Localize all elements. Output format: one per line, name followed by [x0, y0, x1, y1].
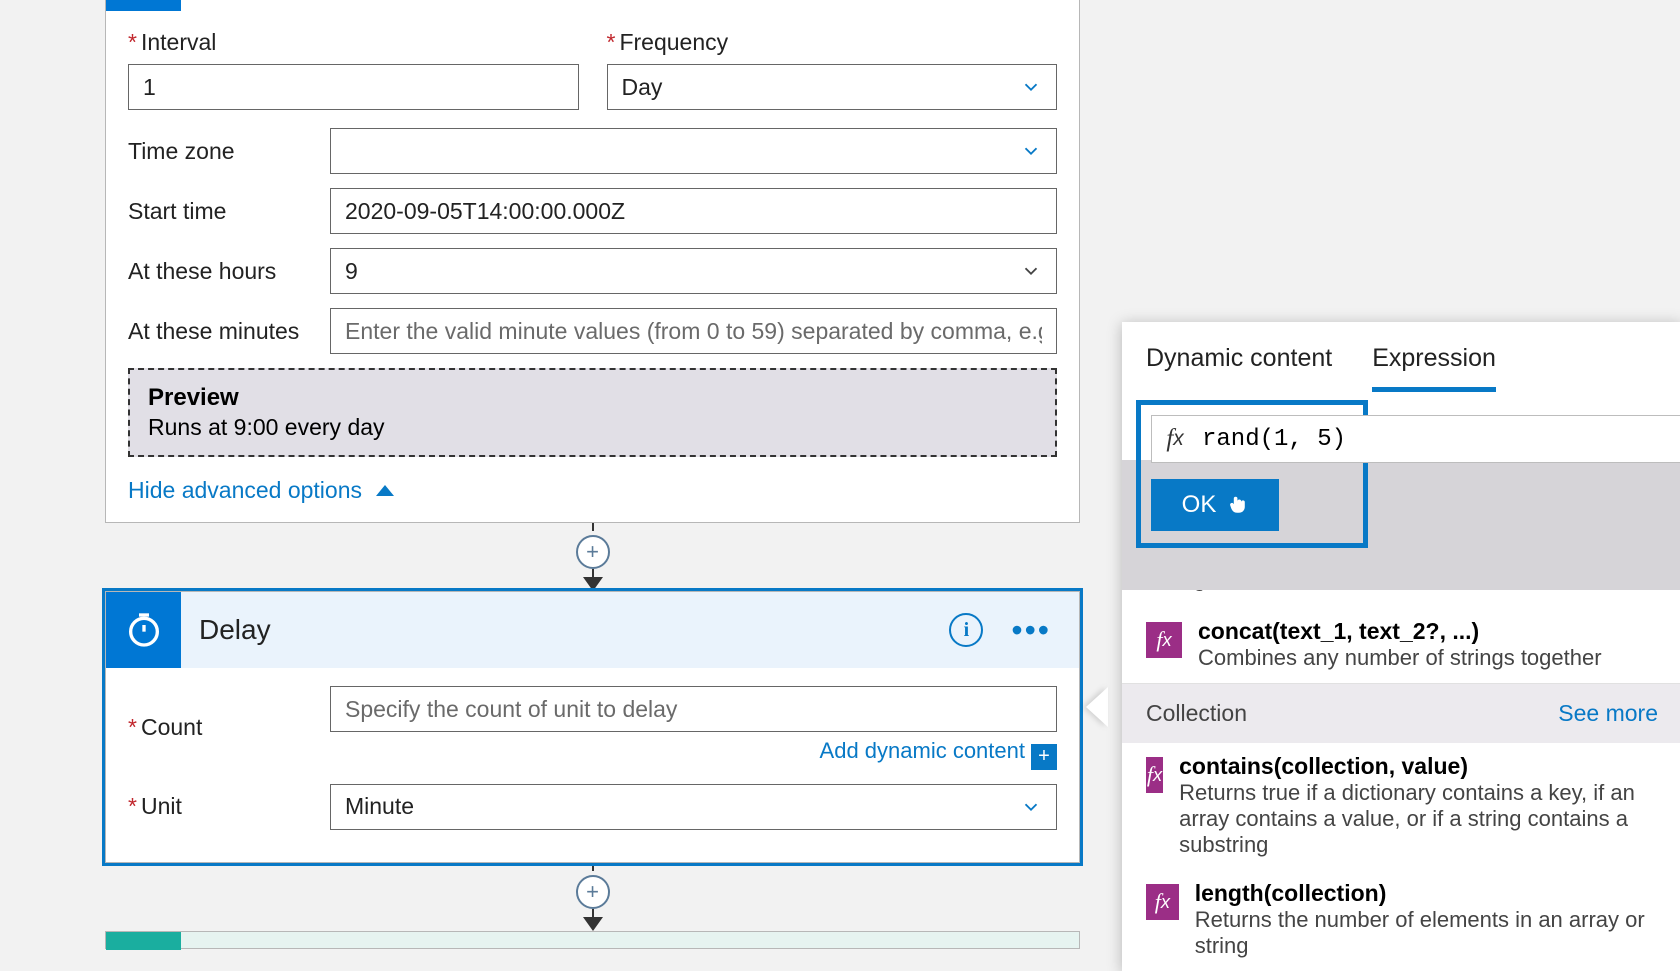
next-card-peek: [105, 931, 1080, 949]
preview-box: Preview Runs at 9:00 every day: [128, 368, 1057, 457]
expression-highlight: fx OK: [1136, 400, 1368, 548]
interval-label: *Interval: [128, 29, 579, 56]
func-concat[interactable]: fx concat(text_1, text_2?, ...) Combines…: [1122, 608, 1680, 683]
frequency-label: *Frequency: [607, 29, 1058, 56]
func-length[interactable]: fx length(collection) Returns the number…: [1122, 870, 1680, 971]
tab-dynamic-content[interactable]: Dynamic content: [1146, 344, 1332, 392]
hours-label: At these hours: [128, 258, 330, 285]
info-icon[interactable]: i: [949, 613, 983, 647]
preview-text: Runs at 9:00 every day: [148, 414, 1037, 441]
section-collection: Collection See more: [1122, 683, 1680, 743]
fx-badge-icon: fx: [1146, 884, 1179, 920]
expression-popup: Dynamic content Expression fx OK String …: [1122, 322, 1680, 971]
add-dynamic-content-link[interactable]: Add dynamic content+: [330, 738, 1057, 770]
func-contains[interactable]: fx contains(collection, value) Returns t…: [1122, 743, 1680, 870]
fx-badge-icon: fx: [1146, 757, 1163, 793]
delay-more-menu[interactable]: •••: [1011, 625, 1051, 635]
delay-title: Delay: [181, 614, 949, 646]
count-label: *Count: [128, 714, 330, 741]
add-step-button-2[interactable]: +: [576, 875, 610, 909]
chevron-up-icon: [376, 485, 394, 496]
minutes-input[interactable]: [330, 308, 1057, 354]
ok-button[interactable]: OK: [1151, 479, 1279, 531]
minutes-label: At these minutes: [128, 318, 330, 345]
connector-2: +: [105, 863, 1080, 931]
timezone-label: Time zone: [128, 138, 330, 165]
delay-card: Delay i ••• *Count Add dynamic content+ …: [105, 591, 1080, 863]
recurrence-icon: [106, 0, 181, 11]
unit-label: *Unit: [128, 793, 330, 820]
fx-badge-icon: fx: [1146, 622, 1182, 658]
connector: +: [105, 523, 1080, 591]
preview-title: Preview: [148, 384, 1037, 412]
starttime-label: Start time: [128, 198, 330, 225]
unit-select[interactable]: Minute: [330, 784, 1057, 830]
callout-pointer: [1086, 687, 1108, 727]
hours-select[interactable]: 9: [330, 248, 1057, 294]
arrow-down-icon-2: [583, 917, 603, 931]
see-more-collection[interactable]: See more: [1558, 700, 1658, 727]
fx-icon: fx: [1152, 416, 1198, 462]
timezone-select[interactable]: [330, 128, 1057, 174]
count-input[interactable]: [330, 686, 1057, 732]
plus-icon: +: [1031, 744, 1057, 770]
tab-expression[interactable]: Expression: [1372, 344, 1496, 392]
hide-advanced-toggle[interactable]: Hide advanced options: [128, 477, 394, 504]
interval-input[interactable]: [128, 64, 579, 110]
delay-icon: [106, 592, 181, 668]
add-step-button[interactable]: +: [576, 535, 610, 569]
starttime-input[interactable]: [330, 188, 1057, 234]
cursor-hand-icon: [1226, 492, 1248, 518]
recurrence-card: Recurrence ••• *Interval *Frequency Day: [105, 0, 1080, 523]
expression-input[interactable]: [1198, 416, 1509, 462]
arrow-down-icon: [583, 577, 603, 591]
frequency-select[interactable]: Day: [607, 64, 1058, 110]
